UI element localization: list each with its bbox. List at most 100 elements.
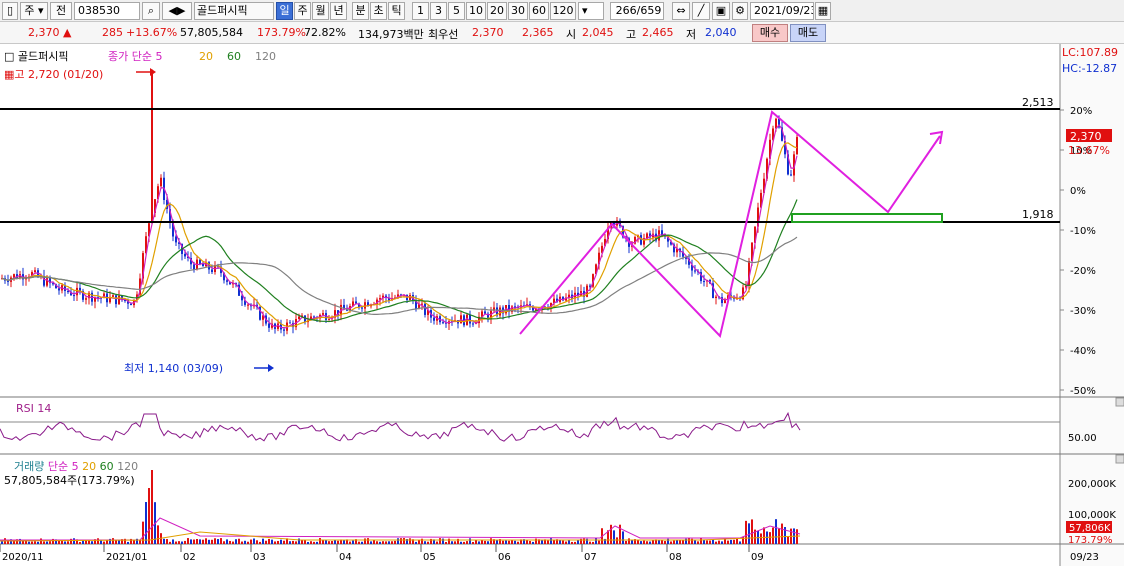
period-second[interactable]: 초 — [370, 2, 387, 20]
volume-bar — [769, 532, 771, 544]
volume-bar — [40, 538, 42, 544]
custom-period-input[interactable]: ▾ — [578, 2, 604, 20]
volume-bar — [85, 540, 87, 544]
volume-bar — [328, 541, 330, 544]
volume-bar — [535, 538, 537, 544]
chart-icon[interactable]: ╱ — [692, 2, 710, 20]
volume-bar — [223, 541, 225, 544]
volume-bar — [73, 538, 75, 544]
volume-bar — [394, 540, 396, 544]
low-annotation: 최저 1,140 (03/09) — [124, 362, 223, 375]
volume-bar — [622, 531, 624, 544]
sell-button[interactable]: 매도 — [790, 24, 826, 42]
type-button[interactable]: 전 — [50, 2, 72, 20]
gear-icon[interactable]: ⚙ — [732, 2, 748, 20]
volume-bar — [682, 540, 684, 544]
volume-bar — [595, 538, 597, 544]
volume-bar — [625, 540, 627, 544]
volume-bar — [112, 538, 114, 544]
volume-last-label: 57,805,584주(173.79%) — [4, 474, 135, 487]
period-day[interactable]: 일 — [276, 2, 293, 20]
volume-bar — [316, 541, 318, 544]
period-month[interactable]: 월 — [312, 2, 329, 20]
minute-10[interactable]: 10 — [466, 2, 486, 20]
volume-bar — [277, 540, 279, 544]
volume-bar — [253, 538, 255, 544]
y-tick-label: 20% — [1070, 106, 1092, 117]
current-pct-axis-label: 13.67% — [1068, 144, 1110, 157]
minute-3[interactable]: 3 — [430, 2, 447, 20]
market-select[interactable]: 주 ▾ — [20, 2, 48, 20]
menu-icon[interactable]: ▯ — [2, 2, 18, 20]
volume-bar — [724, 539, 726, 544]
period-tick[interactable]: 틱 — [388, 2, 405, 20]
volume-bar — [256, 540, 258, 544]
candle-body — [76, 287, 78, 296]
best-ask: 2,370 — [472, 26, 504, 39]
save-icon[interactable]: ▣ — [712, 2, 730, 20]
x-tick-label: 2020/11 — [2, 552, 44, 563]
volume-bar — [709, 540, 711, 544]
volume-bar — [133, 540, 135, 544]
volume-bar — [241, 541, 243, 544]
count-display: 266/659 — [610, 2, 664, 20]
search-icon[interactable]: ⌕ — [142, 2, 160, 20]
rsi-pane-resize-icon[interactable] — [1115, 397, 1124, 407]
volume-bar — [64, 541, 66, 544]
minute-30[interactable]: 30 — [508, 2, 528, 20]
volume-bar — [772, 527, 774, 544]
date-input[interactable]: 2021/09/23 — [750, 2, 814, 20]
volume-bar — [166, 539, 168, 544]
volume-bar — [487, 541, 489, 544]
volume-bar — [496, 540, 498, 544]
volume-pane-resize-icon[interactable] — [1115, 454, 1124, 464]
volume-bar — [652, 540, 654, 544]
candle-body — [715, 296, 717, 299]
legend-ma20: 20 — [199, 50, 213, 63]
volume-bar — [616, 537, 618, 544]
volume-bar — [280, 539, 282, 544]
period-week[interactable]: 주 — [294, 2, 311, 20]
volume-bar — [781, 523, 783, 544]
volume-bar — [721, 541, 723, 544]
x-tick-label: 2021/01 — [106, 552, 148, 563]
volume-bar — [553, 540, 555, 544]
calendar-icon[interactable]: ▦ — [815, 2, 831, 20]
volume-bar — [427, 541, 429, 544]
minute-60[interactable]: 60 — [529, 2, 549, 20]
volume-bar — [511, 540, 513, 544]
zoom-icon[interactable]: ⇔ — [672, 2, 690, 20]
volume-bar — [508, 540, 510, 544]
volume-bar — [382, 541, 384, 544]
candle-body — [433, 317, 435, 321]
minute-120[interactable]: 120 — [550, 2, 576, 20]
volume-bar — [577, 540, 579, 544]
period-year[interactable]: 년 — [330, 2, 347, 20]
minute-20[interactable]: 20 — [487, 2, 507, 20]
volume-bar — [244, 540, 246, 544]
volume-bar — [460, 541, 462, 544]
volume-bar — [388, 541, 390, 544]
minute-1[interactable]: 1 — [412, 2, 429, 20]
volume-tick-200k: 200,000K — [1068, 479, 1116, 490]
candle-body — [226, 280, 228, 282]
prev-next-icon[interactable]: ◀▶ — [162, 2, 192, 20]
volume-bar — [424, 541, 426, 544]
code-input[interactable]: 038530 — [74, 2, 140, 20]
stock-chart[interactable]: 2020/11 2021/01 02 03 04 05 06 07 08 09 09/23 20% 1… — [0, 44, 1124, 566]
volume-bar — [418, 540, 420, 544]
volume-bar — [451, 541, 453, 544]
volume-bar — [514, 540, 516, 544]
volume-bar — [79, 541, 81, 544]
trade-amount: 134,973백만 — [358, 28, 424, 41]
buy-button[interactable]: 매수 — [752, 24, 788, 42]
volume-bar — [568, 540, 570, 544]
minute-5[interactable]: 5 — [448, 2, 465, 20]
volume-bar — [628, 538, 630, 544]
candle-body — [34, 270, 36, 273]
period-minute[interactable]: 분 — [352, 2, 369, 20]
volume-bar — [736, 538, 738, 544]
volume-value: 57,805,584 — [180, 26, 243, 39]
volume-bar — [67, 541, 69, 544]
volume-bar — [589, 541, 591, 544]
